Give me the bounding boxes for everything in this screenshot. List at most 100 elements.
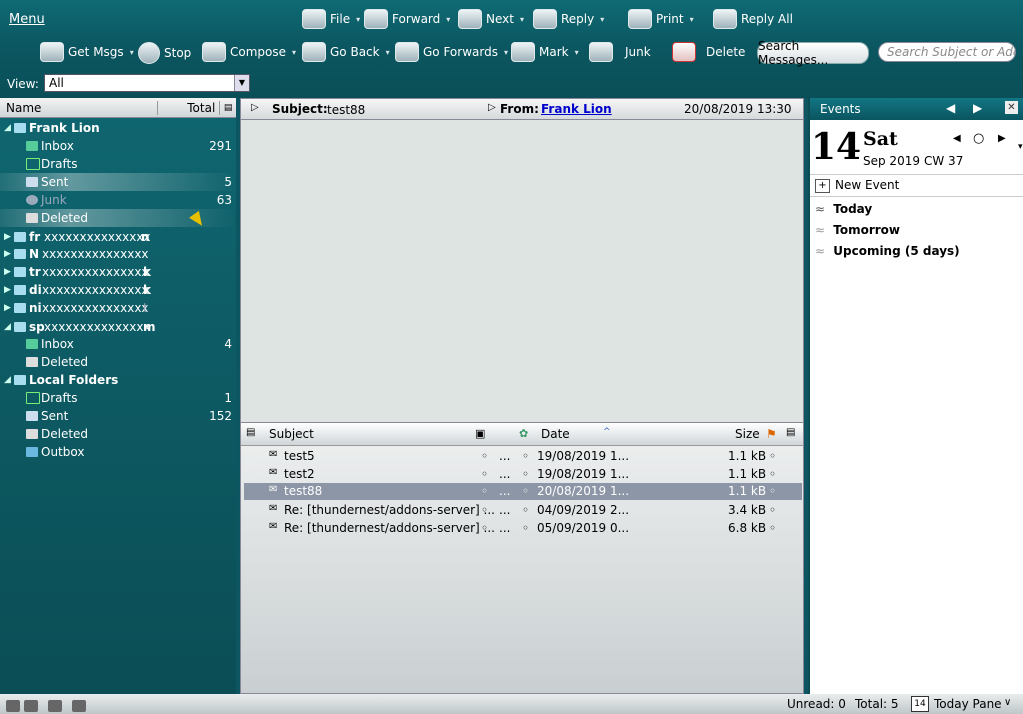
folder-sent[interactable]: Sent 5 <box>0 173 236 191</box>
read-status-dot[interactable]: ◦ <box>481 484 488 498</box>
table-row[interactable]: ✉ Re: [thundernest/addons-server] ... ◦ … <box>244 502 802 519</box>
column-size[interactable]: Size <box>735 427 760 441</box>
junk-status-dot[interactable]: ◦ <box>522 449 529 463</box>
table-row[interactable]: ✉ test5 ◦ ... ◦ 19/08/2019 1... 1.1 kB ◦ <box>244 448 802 465</box>
column-picker-icon[interactable]: ▤ <box>220 103 236 113</box>
folder-inbox[interactable]: Inbox 4 <box>0 335 236 353</box>
next-icon[interactable]: ▶ <box>973 101 982 115</box>
new-event-button[interactable]: + New Event <box>810 174 1023 197</box>
day-number: 14 <box>811 126 862 168</box>
events-header: Events ◀ ▶ ✕ <box>810 98 1023 120</box>
flag-dot[interactable]: ◦ <box>769 521 776 535</box>
folder-drafts[interactable]: Drafts 1 <box>0 389 236 407</box>
junk-status-dot[interactable]: ◦ <box>522 467 529 481</box>
message-header: ▷ Subject: test88 ▷ From: Frank Lion 20/… <box>240 98 804 120</box>
read-status-dot[interactable]: ◦ <box>481 449 488 463</box>
next-day-icon[interactable]: ▶ <box>998 133 1006 144</box>
folder-account-4[interactable]: ▶ di xxxxxxxxxxxxxxx k <box>0 281 236 299</box>
column-date[interactable]: Date <box>541 427 570 441</box>
folder-deleted[interactable]: Deleted <box>0 425 236 443</box>
column-total[interactable]: Total <box>158 100 221 115</box>
folder-local-folders[interactable]: ◢ Local Folders <box>0 371 236 389</box>
attachment-column-icon[interactable]: ▣ <box>475 427 485 440</box>
go-forwards-button[interactable]: Go Forwards ▾ <box>395 42 508 62</box>
table-row[interactable]: ✉ test2 ◦ ... ◦ 19/08/2019 1... 1.1 kB ◦ <box>244 466 802 483</box>
folder-account-1[interactable]: ▶ fr xxxxxxxxxxxxxxx n <box>0 228 236 246</box>
file-button[interactable]: File ▾ <box>302 9 360 29</box>
junk-status-dot[interactable]: ◦ <box>522 521 529 535</box>
junk-button[interactable]: Junk <box>589 42 651 62</box>
junk-status-dot[interactable]: ◦ <box>522 484 529 498</box>
column-picker-icon[interactable]: ▤ <box>786 427 795 438</box>
folder-account-5[interactable]: ▶ ni xxxxxxxxxxxxxxx t <box>0 299 236 317</box>
folder-inbox[interactable]: Inbox 291 <box>0 137 236 155</box>
junk-icon <box>26 195 38 205</box>
flag-dot[interactable]: ◦ <box>769 449 776 463</box>
inbox-icon <box>26 141 38 151</box>
column-name[interactable]: Name <box>0 100 159 115</box>
folder-deleted[interactable]: Deleted <box>0 353 236 371</box>
expand-from-icon[interactable]: ▷ <box>488 102 496 113</box>
search-input[interactable]: Search Subject or Address <box>878 42 1016 62</box>
folder-account-6[interactable]: ◢ sp xxxxxxxxxxxxxxx m <box>0 318 236 336</box>
chevron-down-icon[interactable]: ▾ <box>1018 142 1023 152</box>
flag-dot[interactable]: ◦ <box>769 467 776 481</box>
thread-pane: ▤ Subject ▣ ✿ Date ^ Size ⚑ ▤ ✉ test5 ◦ … <box>240 422 804 694</box>
column-subject[interactable]: Subject <box>269 427 314 441</box>
envelope-icon: ✉ <box>269 484 278 495</box>
chevron-right-icon: ▶ <box>4 232 11 242</box>
previous-icon[interactable]: ◀ <box>946 101 955 115</box>
junk-status-dot[interactable]: ◦ <box>522 503 529 517</box>
folder-deleted[interactable]: Deleted <box>0 209 236 230</box>
from-link[interactable]: Frank Lion <box>541 102 612 116</box>
compose-button[interactable]: Compose ▾ <box>202 42 296 62</box>
print-button[interactable]: Print ▾ <box>628 9 694 29</box>
menu-button[interactable]: Menu <box>9 12 45 27</box>
folder-account-frank-lion[interactable]: ◢ Frank Lion <box>0 119 236 137</box>
envelope-icon: ✉ <box>269 521 278 532</box>
mark-button[interactable]: Mark ▾ <box>511 42 579 62</box>
thread-column-icon[interactable]: ▤ <box>246 427 255 438</box>
folder-account-2[interactable]: ▶ N xxxxxxxxxxxxxxx <box>0 245 236 263</box>
flag-column-icon[interactable]: ⚑ <box>766 427 777 441</box>
agenda-upcoming[interactable]: ≈ Upcoming (5 days) <box>815 244 960 258</box>
folder-outbox[interactable]: Outbox <box>0 443 236 461</box>
view-select[interactable]: All ▼ <box>44 74 250 92</box>
table-row-selected[interactable]: ✉ test88 ◦ ... ◦ 20/08/2019 1... 1.1 kB … <box>244 483 802 500</box>
reply-button[interactable]: Reply ▾ <box>533 9 604 29</box>
next-button[interactable]: Next ▾ <box>458 9 524 29</box>
message-body[interactable] <box>240 120 804 422</box>
folder-drafts[interactable]: Drafts <box>0 155 236 173</box>
delete-button[interactable]: Delete <box>672 42 745 62</box>
stop-button[interactable]: Stop <box>138 42 191 64</box>
go-back-button[interactable]: Go Back ▾ <box>302 42 390 62</box>
folder-pane: Name Total ▤ ◢ Frank Lion Inbox 291 Draf… <box>0 98 236 694</box>
expand-header-icon[interactable]: ▷ <box>251 102 259 113</box>
message-subject: test88 <box>327 103 366 117</box>
junk-status-column-icon[interactable]: ✿ <box>519 427 528 440</box>
folder-account-3[interactable]: ▶ tr xxxxxxxxxxxxxxx k <box>0 263 236 281</box>
chevron-down-icon[interactable]: ∨ <box>1004 697 1011 708</box>
today-icon[interactable]: ○ <box>973 131 984 146</box>
table-row[interactable]: ✉ Re: [thundernest/addons-server] ... ◦ … <box>244 520 802 537</box>
forward-button[interactable]: Forward ▾ <box>364 9 450 29</box>
read-status-dot[interactable]: ◦ <box>481 467 488 481</box>
get-msgs-button[interactable]: Get Msgs ▾ <box>40 42 134 62</box>
close-icon[interactable]: ✕ <box>1005 101 1018 114</box>
main-toolbar: Menu File ▾ Forward ▾ Next ▾ Reply ▾ Print ▾ … <box>0 0 1023 98</box>
agenda-today[interactable]: ≈ Today <box>815 202 872 216</box>
delete-icon <box>672 42 696 62</box>
month-year: Sep 2019 <box>863 154 920 168</box>
flag-dot[interactable]: ◦ <box>769 503 776 517</box>
previous-day-icon[interactable]: ◀ <box>953 133 961 144</box>
reply-all-button[interactable]: Reply All <box>713 9 793 29</box>
flag-dot[interactable]: ◦ <box>769 484 776 498</box>
read-status-dot[interactable]: ◦ <box>481 521 488 535</box>
today-pane-toggle[interactable]: Today Pane <box>934 697 1002 711</box>
calendar-icon[interactable]: 14 <box>911 696 929 712</box>
read-status-dot[interactable]: ◦ <box>481 503 488 517</box>
folder-junk[interactable]: Junk 63 <box>0 191 236 209</box>
search-messages-button[interactable]: Search Messages... <box>757 39 869 67</box>
folder-sent[interactable]: Sent 152 <box>0 407 236 425</box>
agenda-tomorrow[interactable]: ≈ Tomorrow <box>815 223 900 237</box>
